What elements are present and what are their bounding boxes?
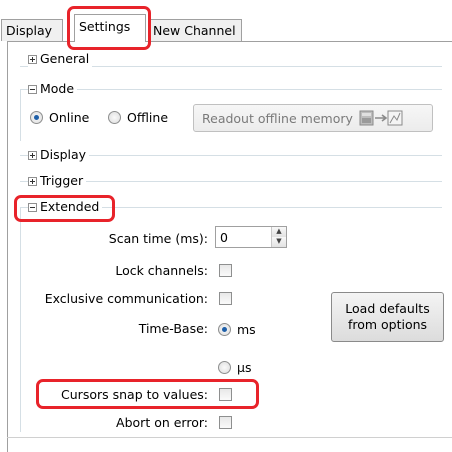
time-base-ms-radio[interactable] — [218, 323, 231, 336]
tab-display-label: Display — [6, 23, 53, 38]
scan-time-label: Scan time (ms): — [108, 231, 208, 246]
load-defaults-button[interactable]: Load defaults from options — [331, 292, 444, 342]
readout-offline-memory-button[interactable]: Readout offline memory — [193, 104, 433, 132]
expand-plus-icon[interactable] — [28, 176, 37, 186]
offline-radio-option[interactable]: Offline — [108, 110, 168, 125]
lock-channels-label: Lock channels: — [115, 263, 208, 278]
online-radio-option[interactable]: Online — [30, 110, 89, 125]
spin-down-icon[interactable]: ▼ — [271, 237, 286, 247]
group-display-label: Display — [40, 147, 87, 162]
expand-plus-icon[interactable] — [28, 150, 37, 160]
load-defaults-label-line2: from options — [347, 317, 428, 332]
time-base-ms-label: ms — [237, 322, 256, 337]
collapse-minus-icon[interactable] — [28, 84, 37, 94]
load-defaults-label-line1: Load defaults — [345, 301, 430, 316]
group-mode-label: Mode — [40, 81, 75, 96]
abort-on-error-label: Abort on error: — [116, 415, 208, 430]
group-mode-header[interactable]: Mode — [28, 80, 78, 98]
expand-plus-icon[interactable] — [28, 54, 37, 64]
group-general-label: General — [40, 51, 90, 66]
group-trigger-label: Trigger — [40, 173, 84, 188]
exclusive-communication-checkbox[interactable] — [219, 292, 232, 305]
abort-on-error-checkbox[interactable] — [219, 416, 232, 429]
online-label: Online — [49, 110, 90, 125]
scan-time-value: 0 — [220, 230, 228, 245]
offline-label: Offline — [127, 110, 169, 125]
tab-panel-border-left — [7, 41, 8, 452]
time-base-label: Time-Base: — [138, 321, 208, 336]
time-base-ms-option[interactable]: ms — [218, 322, 256, 337]
extended-group-highlight — [14, 195, 115, 222]
offline-radio[interactable] — [108, 111, 121, 124]
scan-time-spinner[interactable]: 0 ▲ ▼ — [215, 226, 287, 248]
online-radio[interactable] — [30, 111, 43, 124]
tab-new-channel-label: New Channel — [153, 23, 236, 38]
group-display-header[interactable]: Display — [28, 146, 90, 164]
mode-group-left-line — [20, 89, 21, 141]
cursors-snap-checkbox[interactable] — [219, 388, 232, 401]
spin-up-icon[interactable]: ▲ — [271, 227, 286, 237]
tab-panel-border-bottom — [7, 437, 452, 438]
group-trigger-header[interactable]: Trigger — [28, 172, 87, 190]
time-base-us-label: µs — [237, 360, 252, 375]
memory-transfer-icon — [359, 110, 403, 126]
cursors-snap-label: Cursors snap to values: — [61, 387, 208, 402]
tab-new-channel[interactable]: New Channel — [148, 19, 242, 41]
readout-offline-memory-label: Readout offline memory — [202, 110, 353, 126]
time-base-us-option[interactable]: µs — [218, 360, 251, 375]
exclusive-communication-label: Exclusive communication: — [44, 291, 208, 306]
time-base-us-radio[interactable] — [218, 361, 231, 374]
lock-channels-checkbox[interactable] — [219, 264, 232, 277]
tab-display[interactable]: Display — [1, 19, 63, 41]
extended-group-left-line — [20, 207, 21, 432]
mode-group-line — [20, 89, 442, 90]
settings-tab-highlight — [67, 6, 151, 50]
group-general-header[interactable]: General — [28, 50, 93, 68]
